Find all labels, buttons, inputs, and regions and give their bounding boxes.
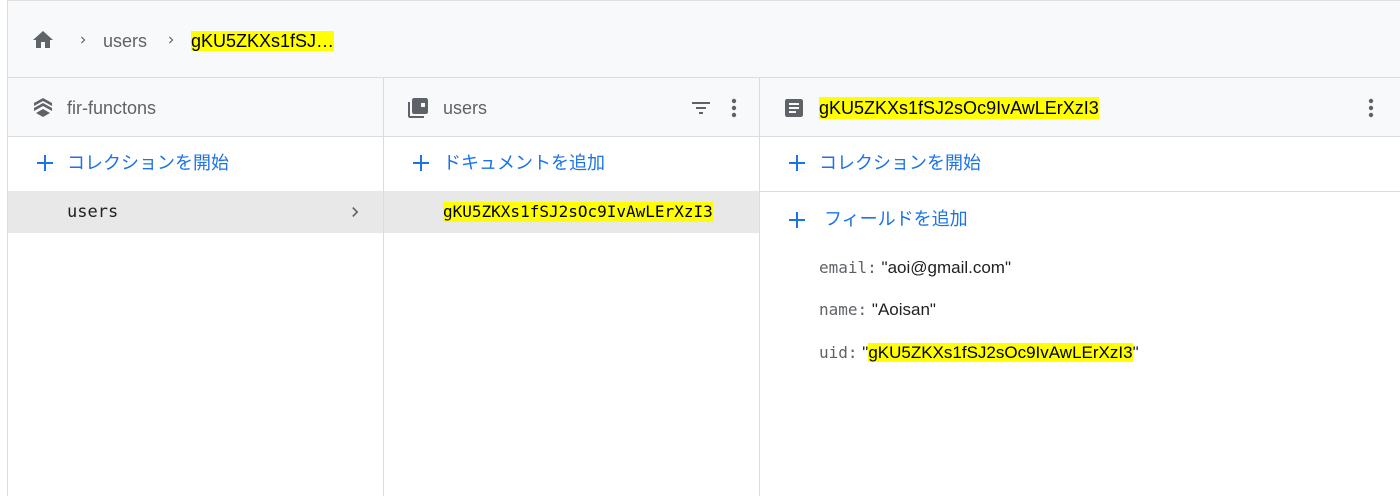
collection-panel: users ドキュメントを追加 gKU5ZKXs1fSJ2sOc9IvAwLEr… [384,78,760,496]
field-row-name[interactable]: name: "Aoisan" [819,299,936,321]
root-panel-title: fir-functons [67,98,157,118]
chevron-right-icon [169,36,174,44]
collection-panel-title: users [443,98,488,118]
plus-icon [413,155,429,171]
start-collection-label: コレクションを開始 [67,153,229,173]
more-vert-icon[interactable] [1363,96,1379,120]
field-key: email: [819,258,877,277]
breadcrumb: users gKU5ZKXs1fSJ… [8,1,1400,78]
add-document-label: ドキュメントを追加 [443,153,605,173]
collection-icon [408,98,428,118]
plus-icon [789,155,805,171]
more-vert-icon[interactable] [726,96,742,120]
field-key: uid: [819,343,858,362]
chevron-right-icon [352,207,359,217]
root-panel: fir-functons コレクションを開始 users [8,78,384,496]
breadcrumb-item-document[interactable]: gKU5ZKXs1fSJ… [191,30,335,52]
firestore-data-viewer: users gKU5ZKXs1fSJ… fir-functons コレクションを… [7,0,1400,496]
add-field-button[interactable]: フィールドを追加 [760,192,1400,246]
list-item-users[interactable]: users [8,191,383,233]
add-field-label: フィールドを追加 [824,209,968,229]
start-subcollection-label: コレクションを開始 [819,153,981,173]
list-item-label: users [67,202,119,222]
list-item-label: gKU5ZKXs1fSJ2sOc9IvAwLErXzI3 [443,202,713,222]
firestore-stack-icon [34,98,52,117]
root-panel-header: fir-functons [8,78,383,137]
field-value: "aoi@gmail.com" [881,258,1012,277]
home-icon[interactable] [30,28,56,52]
breadcrumb-item-users[interactable]: users [103,30,147,52]
start-subcollection-button[interactable]: コレクションを開始 [760,137,1400,192]
field-row-uid[interactable]: uid: "gKU5ZKXs1fSJ2sOc9IvAwLErXzI3" [819,342,1139,364]
field-key: name: [819,300,868,319]
list-item-document[interactable]: gKU5ZKXs1fSJ2sOc9IvAwLErXzI3 [384,191,759,233]
field-row-email[interactable]: email: "aoi@gmail.com" [819,257,1011,279]
collection-panel-header: users [384,78,759,137]
plus-icon [37,155,53,171]
field-value: "gKU5ZKXs1fSJ2sOc9IvAwLErXzI3" [862,343,1139,362]
document-panel-header: gKU5ZKXs1fSJ2sOc9IvAwLErXzI3 [760,78,1400,137]
chevron-right-icon [81,36,86,44]
filter-icon[interactable] [689,96,713,120]
document-icon [785,99,803,117]
start-collection-button[interactable]: コレクションを開始 [8,137,383,191]
document-panel-title: gKU5ZKXs1fSJ2sOc9IvAwLErXzI3 [819,97,1099,119]
plus-icon [789,212,805,228]
add-document-button[interactable]: ドキュメントを追加 [384,137,759,191]
document-panel: gKU5ZKXs1fSJ2sOc9IvAwLErXzI3 コレクションを開始 フ… [760,78,1400,496]
field-value: "Aoisan" [871,300,936,319]
